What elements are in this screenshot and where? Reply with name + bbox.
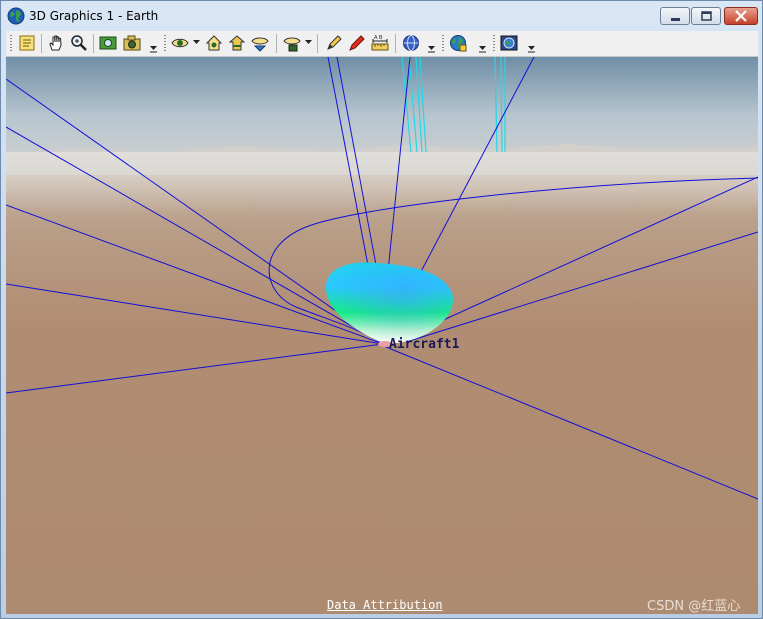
globe-view-icon[interactable]	[401, 33, 421, 53]
toolbar-separator	[317, 34, 318, 53]
toolbar-overflow-icon[interactable]	[428, 43, 435, 53]
toolbar-separator	[93, 34, 94, 53]
globe-icon	[7, 7, 25, 25]
zoom-icon[interactable]	[69, 33, 89, 53]
title-bar[interactable]: 3D Graphics 1 - Earth	[1, 1, 762, 31]
measure-ruler-icon[interactable]: A B	[370, 33, 390, 53]
dropdown-arrow-icon[interactable]	[305, 40, 312, 45]
ground	[6, 175, 758, 614]
toolbar-separator	[395, 34, 396, 53]
pan-hand-icon[interactable]	[46, 33, 66, 53]
close-icon	[735, 10, 747, 22]
toolbar-grip[interactable]	[10, 35, 12, 52]
globe-manager-icon[interactable]	[448, 33, 468, 53]
minimize-button[interactable]	[660, 7, 690, 25]
toolbar-grip[interactable]	[442, 35, 444, 52]
object-view-icon[interactable]	[282, 33, 302, 53]
3d-viewport[interactable]: Aircraft1 Data Attribution CSDN @红蓝心	[6, 57, 758, 614]
toolbar-overflow-icon[interactable]	[528, 43, 535, 53]
pencil-icon[interactable]	[324, 33, 344, 53]
toolbar-separator	[41, 34, 42, 53]
properties-icon[interactable]	[17, 33, 37, 53]
window-title: 3D Graphics 1 - Earth	[29, 9, 159, 23]
marker-icon[interactable]	[347, 33, 367, 53]
toolbar-separator	[276, 34, 277, 53]
toolbar-overflow-icon[interactable]	[150, 43, 157, 53]
view-from-to-icon[interactable]	[170, 33, 190, 53]
toolbar: A B	[6, 31, 758, 57]
close-button[interactable]	[724, 7, 758, 25]
restore-icon	[701, 11, 712, 21]
toolbar-grip[interactable]	[164, 35, 166, 52]
data-attribution-link[interactable]: Data Attribution	[327, 598, 443, 612]
maximize-button[interactable]	[691, 7, 721, 25]
snapshot-icon[interactable]	[122, 33, 142, 53]
horizon-haze	[6, 152, 758, 212]
svg-text:A B: A B	[374, 35, 383, 41]
dropdown-arrow-icon[interactable]	[193, 40, 200, 45]
view-options-icon[interactable]	[98, 33, 118, 53]
home-view-icon[interactable]	[204, 33, 224, 53]
view-orientation-icon[interactable]	[250, 33, 270, 53]
map-layers-icon[interactable]	[499, 33, 519, 53]
toolbar-overflow-icon[interactable]	[479, 43, 486, 53]
minimize-icon	[671, 18, 680, 21]
watermark-text: CSDN @红蓝心	[647, 599, 741, 614]
app-window: 3D Graphics 1 - Earth A B Aircraft1 Data…	[0, 0, 763, 619]
aircraft-label[interactable]: Aircraft1	[389, 337, 459, 352]
toolbar-grip[interactable]	[493, 35, 495, 52]
zoom-to-icon[interactable]	[227, 33, 247, 53]
earth-scene[interactable]	[6, 57, 758, 614]
